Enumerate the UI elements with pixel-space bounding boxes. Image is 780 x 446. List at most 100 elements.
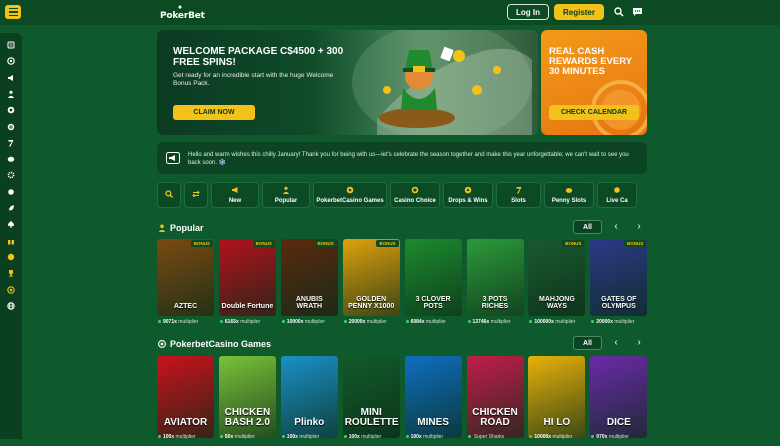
status-dot-icon — [158, 320, 161, 324]
coin-icon[interactable] — [7, 253, 15, 261]
target-icon[interactable] — [7, 123, 15, 131]
game-tile[interactable]: MINI ROULETTE — [342, 356, 400, 438]
casino-games-prev-arrow[interactable]: ‹ — [611, 338, 621, 348]
game-title: 3 POTS RICHES — [481, 296, 509, 310]
game-tile[interactable]: AVIATOR — [157, 356, 214, 438]
game-title: CHICKEN BASH 2.0 — [224, 407, 271, 428]
leprechaun-illustration — [352, 30, 532, 135]
game-tile[interactable]: DICE — [590, 356, 648, 438]
game-tile[interactable]: 3 CLOVER POTS — [404, 239, 462, 316]
game-tile[interactable]: CHICKEN BASH 2.0 — [218, 356, 276, 438]
game-title: MAHJONG WAYS — [539, 296, 575, 310]
drop-icon — [464, 186, 472, 196]
multiplier-label: 6084x multiplier — [405, 319, 446, 325]
game-tile[interactable]: BONUS MAHJONG WAYS — [528, 239, 586, 316]
game-title: 3 CLOVER POTS — [415, 296, 451, 310]
welcome-banner[interactable]: WELCOME PACKAGE C$4500 + 300 FREE SPINS!… — [157, 30, 538, 135]
multiplier-text: multiplier — [175, 434, 196, 440]
live-icon — [613, 186, 621, 196]
casino-chip-icon[interactable] — [7, 106, 15, 114]
multiplier-text: Super Sharks — [473, 434, 505, 440]
multiplier-text: multiplier — [552, 434, 573, 440]
popular-games-row: BONUS AZTEC 9071x multiplier BONUS Double Fo… — [157, 239, 648, 329]
status-dot-icon — [343, 435, 347, 439]
category-filter-button[interactable] — [184, 182, 208, 208]
game-title: Plinko — [294, 417, 325, 428]
piggy-icon — [565, 186, 573, 196]
casino-games-title-text: PokerbetCasino Games — [170, 339, 272, 349]
status-dot-icon — [405, 320, 409, 324]
category-popular[interactable]: Popular — [262, 182, 310, 208]
gear-icon[interactable] — [7, 171, 15, 179]
notice-bar: Hello and warm wishes this chilly Januar… — [157, 142, 647, 174]
category-label: Live Ca — [606, 198, 628, 204]
category-live-ca[interactable]: Live Ca — [597, 182, 637, 208]
multiplier-label: 10000x multiplier — [281, 319, 325, 325]
game-tile[interactable]: BONUS GATES OF OLYMPUS — [590, 239, 648, 316]
seven-icon[interactable] — [7, 139, 15, 147]
rocket-icon[interactable] — [7, 204, 15, 212]
login-button[interactable]: Log In — [507, 4, 549, 20]
category-slots[interactable]: Slots — [496, 182, 541, 208]
multiplier-label: 100x multiplier — [405, 434, 443, 440]
popular-all-button[interactable]: All — [573, 220, 602, 234]
multiplier-value: 6165x — [224, 319, 239, 325]
status-dot-icon — [529, 320, 533, 324]
category-new[interactable]: New — [211, 182, 259, 208]
news-icon[interactable] — [7, 41, 15, 49]
globe-icon[interactable] — [7, 302, 15, 310]
game-tile[interactable]: BONUS ANUBIS WRATH — [280, 239, 338, 316]
multiplier-label: 100x multiplier — [343, 434, 381, 440]
game-tile[interactable]: Plinko — [280, 356, 338, 438]
game-tile[interactable]: HI LO — [528, 356, 586, 438]
category-drops-wins[interactable]: Drops & Wins — [443, 182, 493, 208]
poker-chip-icon[interactable] — [7, 57, 15, 66]
popular-prev-arrow[interactable]: ‹ — [611, 222, 621, 232]
multiplier-text: multiplier — [178, 319, 199, 325]
category-search-button[interactable] — [157, 182, 181, 208]
piggy-icon[interactable] — [7, 155, 15, 163]
gift-icon[interactable] — [7, 237, 15, 245]
game-tile[interactable]: BONUS GOLDEN PENNY X1000 — [342, 239, 400, 316]
game-tile[interactable]: BONUS AZTEC — [157, 239, 214, 316]
game-tile[interactable]: CHICKEN ROAD — [466, 356, 524, 438]
multiplier-label: 10000x multiplier — [529, 434, 572, 440]
multiplier-label: 13746x multiplier — [467, 319, 511, 325]
user-icon[interactable] — [7, 90, 15, 98]
category-pokerbetcasino-games[interactable]: PokerbetCasino Games — [313, 182, 387, 208]
multiplier-value: 100x — [410, 434, 422, 440]
casino-games-all-button[interactable]: All — [573, 336, 602, 350]
star-icon[interactable] — [7, 285, 15, 294]
top-bar: ♠ PokerBet Log In Register — [0, 0, 780, 25]
claim-now-button[interactable]: CLAIM NOW — [173, 105, 255, 120]
hero-subtitle: Get ready for an incredible start with t… — [173, 72, 334, 87]
multiplier-value: 10000x — [534, 434, 552, 440]
hamburger-menu-button[interactable] — [5, 5, 21, 19]
search-icon[interactable] — [614, 7, 624, 17]
game-tile[interactable]: MINES — [404, 356, 462, 438]
live-icon[interactable] — [7, 188, 15, 196]
bonus-badge: BONUS — [562, 240, 585, 247]
game-title: MINI ROULETTE — [344, 407, 399, 428]
chat-icon[interactable] — [632, 7, 643, 17]
hero-title: WELCOME PACKAGE C$4500 + 300 FREE SPINS! — [173, 46, 344, 68]
trophy-icon[interactable] — [7, 269, 15, 277]
megaphone-icon — [231, 186, 239, 196]
game-title: GATES OF OLYMPUS — [601, 296, 637, 310]
game-tile[interactable]: 3 POTS RICHES — [466, 239, 524, 316]
cash-rewards-banner[interactable]: REAL CASH REWARDS EVERY 30 MINUTES CHECK… — [541, 30, 647, 135]
multiplier-label: 20000x multiplier — [591, 319, 634, 325]
notice-text: Hello and warm wishes this chilly Januar… — [188, 152, 629, 166]
multiplier-text: multiplier — [304, 319, 325, 325]
category-penny-slots[interactable]: Penny Slots — [544, 182, 594, 208]
popular-next-arrow[interactable]: › — [634, 222, 644, 232]
game-tile[interactable]: BONUS Double Fortune — [218, 239, 276, 316]
logo[interactable]: ♠ PokerBet — [160, 4, 205, 22]
spade-icon[interactable] — [7, 220, 15, 228]
casino-games-next-arrow[interactable]: › — [634, 338, 644, 348]
register-button[interactable]: Register — [554, 4, 604, 20]
megaphone-icon[interactable] — [7, 74, 15, 82]
category-casino-choice[interactable]: Casino Choice — [390, 182, 440, 208]
check-calendar-button[interactable]: CHECK CALENDAR — [549, 105, 639, 120]
multiplier-value: 100x — [286, 434, 298, 440]
